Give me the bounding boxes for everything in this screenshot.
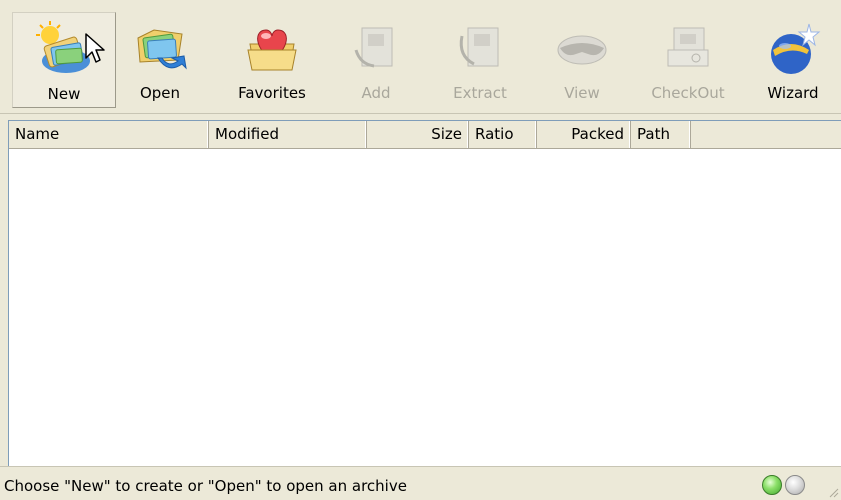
- wizard-icon: [771, 23, 821, 74]
- open-button[interactable]: Open: [124, 12, 196, 108]
- column-header-path[interactable]: Path: [631, 121, 691, 148]
- new-button-label: New: [47, 85, 81, 103]
- column-header-packed[interactable]: Packed: [537, 121, 631, 148]
- column-header-ratio[interactable]: Ratio: [469, 121, 537, 148]
- status-bar: Choose "New" to create or "Open" to open…: [0, 466, 841, 500]
- checkout-icon: [667, 27, 709, 67]
- favorites-icon: [247, 29, 297, 71]
- open-archive-icon: [137, 29, 187, 70]
- wizard-button-label: Wizard: [767, 84, 819, 102]
- favorites-button[interactable]: Favorites: [224, 12, 320, 108]
- resize-grip-icon[interactable]: [827, 486, 839, 498]
- add-button[interactable]: Add: [336, 12, 416, 108]
- status-text: Choose "New" to create or "Open" to open…: [4, 477, 407, 495]
- extract-button-label: Extract: [453, 84, 507, 102]
- checkout-button[interactable]: CheckOut: [640, 12, 736, 108]
- extract-button[interactable]: Extract: [436, 12, 524, 108]
- mouse-pointer-icon: [85, 33, 105, 63]
- add-files-icon: [354, 27, 393, 68]
- column-header-size[interactable]: Size: [367, 121, 469, 148]
- column-header-modified[interactable]: Modified: [209, 121, 367, 148]
- toolbar: New Open Favorites Add Extract View Chec…: [0, 0, 841, 114]
- status-led-gray-icon: [785, 475, 805, 495]
- favorites-button-label: Favorites: [238, 84, 306, 102]
- wizard-button[interactable]: Wizard: [752, 12, 834, 108]
- view-button[interactable]: View: [544, 12, 620, 108]
- file-list[interactable]: Name Modified Size Ratio Packed Path: [8, 120, 841, 466]
- column-header-name[interactable]: Name: [9, 121, 209, 148]
- view-icon: [557, 35, 607, 65]
- add-button-label: Add: [361, 84, 391, 102]
- extract-icon: [459, 27, 499, 67]
- view-button-label: View: [564, 84, 600, 102]
- status-led-green-icon: [762, 475, 782, 495]
- checkout-button-label: CheckOut: [651, 84, 725, 102]
- file-list-header: Name Modified Size Ratio Packed Path: [9, 121, 841, 149]
- open-button-label: Open: [139, 84, 181, 102]
